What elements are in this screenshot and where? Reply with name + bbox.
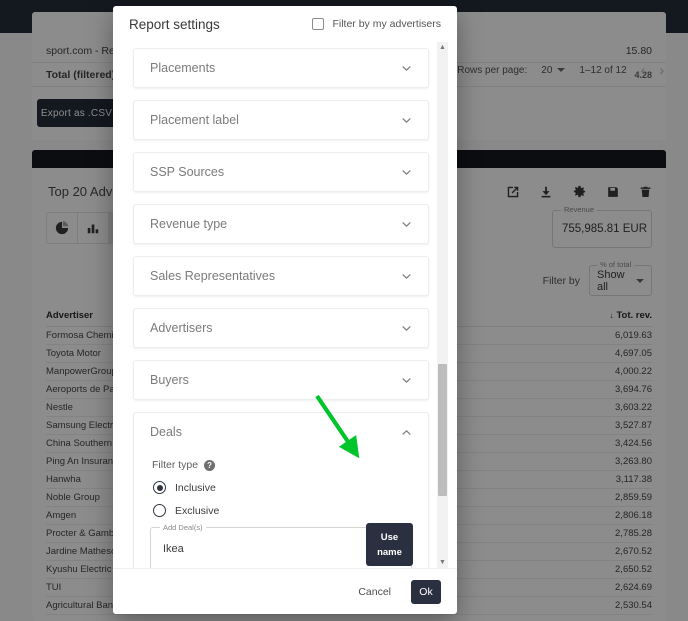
chevron-down-icon (402, 377, 411, 383)
accordion-title: Placement label (150, 113, 239, 127)
accordion-section: Sales Representatives (133, 256, 429, 296)
use-name-line2: name (377, 546, 402, 558)
chevron-down-icon (402, 325, 411, 331)
accordion-section: Revenue type (133, 204, 429, 244)
add-deals-value: Ikea (163, 543, 184, 555)
accordion-section: Placement label (133, 100, 429, 140)
filter-type-label: Filter type (152, 459, 199, 471)
add-deals-input[interactable]: Add Deal(s) Ikea Use name (150, 523, 413, 568)
settings-accordion-list: Placements Placement label SSP Sources Reve… (133, 48, 429, 568)
use-name-tooltip[interactable]: Use name (366, 523, 413, 566)
accordion-section: Deals Filter type? Inclusive Exclusive Add D… (133, 412, 429, 568)
accordion-title: Revenue type (150, 217, 228, 231)
radio-option-exclusive[interactable]: Exclusive (153, 504, 412, 517)
dialog-scrollbar[interactable]: ▲ ▼ (437, 42, 448, 568)
accordion-body: Filter type? Inclusive Exclusive Add Deal(s… (134, 459, 428, 568)
help-icon[interactable]: ? (204, 459, 216, 471)
chevron-up-icon (402, 429, 411, 435)
ok-button[interactable]: Ok (411, 579, 441, 604)
accordion-section: Placements (133, 48, 429, 88)
filter-type-label-row: Filter type? (152, 459, 412, 471)
accordion-title: SSP Sources (150, 165, 225, 179)
accordion-header[interactable]: Placement label (134, 101, 428, 139)
accordion-header[interactable]: SSP Sources (134, 153, 428, 191)
radio-label: Exclusive (175, 504, 220, 517)
chevron-down-icon (402, 117, 411, 123)
accordion-title: Deals (150, 425, 182, 439)
checkbox-icon[interactable] (312, 18, 325, 30)
accordion-header[interactable]: Buyers (134, 361, 428, 399)
scrollbar-thumb[interactable] (438, 364, 447, 496)
chevron-down-icon (402, 221, 411, 227)
cancel-button[interactable]: Cancel (348, 580, 401, 604)
accordion-header[interactable]: Sales Representatives (134, 257, 428, 295)
accordion-title: Sales Representatives (150, 269, 276, 283)
accordion-section: Advertisers (133, 308, 429, 348)
report-settings-dialog: Report settings Filter by my advertisers… (113, 6, 457, 614)
radio-icon[interactable] (153, 481, 166, 494)
chevron-down-icon (402, 169, 411, 175)
accordion-header[interactable]: Placements (134, 49, 428, 87)
dialog-body[interactable]: Placements Placement label SSP Sources Reve… (113, 42, 457, 568)
screen: sport.com - Rectan 15.80 Total (filtered… (0, 0, 688, 621)
radio-label: Inclusive (175, 481, 216, 494)
radio-option-inclusive[interactable]: Inclusive (153, 481, 412, 494)
accordion-title: Buyers (150, 373, 189, 387)
accordion-title: Advertisers (150, 321, 213, 335)
accordion-title: Placements (150, 61, 216, 75)
filter-my-advertisers-checkbox[interactable]: Filter by my advertisers (312, 18, 441, 30)
accordion-header[interactable]: Advertisers (134, 309, 428, 347)
dialog-header: Report settings Filter by my advertisers (113, 6, 457, 42)
accordion-section: Buyers (133, 360, 429, 400)
accordion-header[interactable]: Revenue type (134, 205, 428, 243)
add-deals-legend: Add Deal(s) (160, 523, 206, 532)
dialog-footer: Cancel Ok (113, 568, 457, 614)
use-name-line1: Use (380, 531, 399, 543)
radio-icon[interactable] (153, 504, 166, 517)
filter-my-advertisers-label: Filter by my advertisers (332, 18, 441, 30)
chevron-down-icon (402, 273, 411, 279)
scroll-up-arrow-icon[interactable]: ▲ (439, 44, 446, 51)
scroll-down-arrow-icon[interactable]: ▼ (439, 559, 446, 566)
dialog-title: Report settings (129, 16, 220, 32)
chevron-down-icon (402, 65, 411, 71)
accordion-header[interactable]: Deals (134, 413, 428, 451)
accordion-section: SSP Sources (133, 152, 429, 192)
